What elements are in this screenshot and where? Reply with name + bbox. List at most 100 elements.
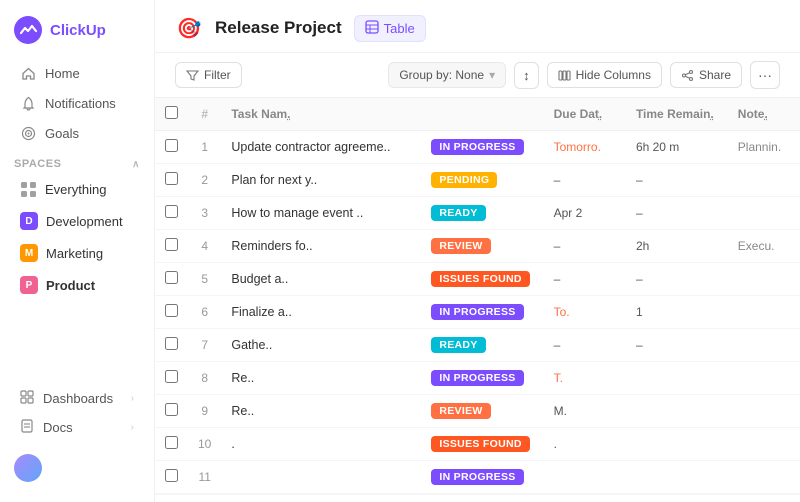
table-row[interactable]: 5 Budget a.. ISSUES FOUND – –: [155, 263, 800, 296]
row-num: 9: [188, 395, 221, 428]
status-badge[interactable]: IN PROGRESS: [431, 469, 523, 485]
table-row[interactable]: 8 Re.. IN PROGRESS T.: [155, 362, 800, 395]
row-taskname[interactable]: How to manage event ..: [221, 197, 421, 230]
sidebar-item-home[interactable]: Home: [6, 59, 148, 87]
app-logo[interactable]: ClickUp: [0, 12, 154, 58]
user-avatar[interactable]: [14, 454, 42, 482]
table-row[interactable]: 7 Gathe.. READY – –: [155, 329, 800, 362]
spaces-toggle-icon[interactable]: ∧: [132, 159, 140, 170]
sidebar-item-marketing[interactable]: M Marketing: [6, 238, 148, 268]
row-checkbox-cell[interactable]: [155, 362, 188, 395]
row-checkbox[interactable]: [165, 172, 178, 185]
status-badge[interactable]: IN PROGRESS: [431, 370, 523, 386]
row-status[interactable]: REVIEW: [421, 395, 543, 428]
row-checkbox-cell[interactable]: [155, 395, 188, 428]
row-taskname[interactable]: [221, 461, 421, 494]
table-row[interactable]: 6 Finalize a.. IN PROGRESS To. 1: [155, 296, 800, 329]
row-checkbox[interactable]: [165, 403, 178, 416]
sidebar-item-notifications[interactable]: Notifications: [6, 89, 148, 117]
col-notes[interactable]: Note.: [728, 98, 800, 131]
row-taskname[interactable]: Update contractor agreeme..: [221, 131, 421, 164]
sidebar-item-product[interactable]: P Product: [6, 270, 148, 300]
status-badge[interactable]: ISSUES FOUND: [431, 436, 529, 452]
table-row[interactable]: 4 Reminders fo.. REVIEW – 2h Execu.: [155, 230, 800, 263]
row-checkbox[interactable]: [165, 304, 178, 317]
table-row[interactable]: 11 IN PROGRESS: [155, 461, 800, 494]
row-taskname[interactable]: Budget a..: [221, 263, 421, 296]
sidebar-item-dashboards[interactable]: Dashboards ›: [6, 384, 148, 413]
row-checkbox-cell[interactable]: [155, 131, 188, 164]
col-taskname[interactable]: Task Nam.: [221, 98, 421, 131]
table-row[interactable]: 1 Update contractor agreeme.. IN PROGRES…: [155, 131, 800, 164]
row-status[interactable]: ISSUES FOUND: [421, 263, 543, 296]
share-button[interactable]: Share: [670, 62, 742, 88]
row-taskname[interactable]: Finalize a..: [221, 296, 421, 329]
add-task-footer[interactable]: + New Task: [155, 494, 800, 502]
row-taskname[interactable]: Re..: [221, 395, 421, 428]
row-checkbox-cell[interactable]: [155, 296, 188, 329]
row-status[interactable]: IN PROGRESS: [421, 461, 543, 494]
table-row[interactable]: 3 How to manage event .. READY Apr 2 –: [155, 197, 800, 230]
sidebar-item-docs[interactable]: Docs ›: [6, 413, 148, 442]
row-taskname[interactable]: Plan for next y..: [221, 164, 421, 197]
sidebar-item-everything[interactable]: Everything: [6, 175, 148, 204]
status-badge[interactable]: IN PROGRESS: [431, 304, 523, 320]
row-taskname[interactable]: .: [221, 428, 421, 461]
row-checkbox[interactable]: [165, 139, 178, 152]
col-due[interactable]: Due Dat.: [544, 98, 626, 131]
row-checkbox[interactable]: [165, 271, 178, 284]
row-checkbox[interactable]: [165, 337, 178, 350]
time-remaining-text: –: [636, 338, 643, 352]
row-checkbox[interactable]: [165, 436, 178, 449]
col-time[interactable]: Time Remain.: [626, 98, 728, 131]
row-status[interactable]: IN PROGRESS: [421, 362, 543, 395]
row-checkbox-cell[interactable]: [155, 461, 188, 494]
project-title: Release Project: [215, 18, 342, 38]
view-tab-table[interactable]: Table: [354, 15, 426, 42]
row-status[interactable]: IN PROGRESS: [421, 296, 543, 329]
row-taskname[interactable]: Re..: [221, 362, 421, 395]
table-row[interactable]: 10 . ISSUES FOUND .: [155, 428, 800, 461]
status-badge[interactable]: READY: [431, 205, 485, 221]
hide-columns-button[interactable]: Hide Columns: [547, 62, 662, 88]
row-status[interactable]: IN PROGRESS: [421, 131, 543, 164]
row-due: .: [544, 428, 626, 461]
row-checkbox-cell[interactable]: [155, 164, 188, 197]
row-status[interactable]: REVIEW: [421, 230, 543, 263]
status-badge[interactable]: ISSUES FOUND: [431, 271, 529, 287]
row-checkbox-cell[interactable]: [155, 329, 188, 362]
row-checkbox-cell[interactable]: [155, 230, 188, 263]
row-checkbox-cell[interactable]: [155, 263, 188, 296]
row-checkbox[interactable]: [165, 238, 178, 251]
sidebar-bottom-section: Dashboards › Docs ›: [0, 376, 154, 446]
more-options-button[interactable]: ···: [750, 61, 780, 89]
row-checkbox[interactable]: [165, 205, 178, 218]
row-time: 1: [626, 296, 728, 329]
row-taskname[interactable]: Reminders fo..: [221, 230, 421, 263]
filter-button[interactable]: Filter: [175, 62, 242, 88]
task-name-text: Update contractor agreeme..: [231, 140, 390, 154]
table-row[interactable]: 2 Plan for next y.. PENDING – –: [155, 164, 800, 197]
row-status[interactable]: READY: [421, 197, 543, 230]
sidebar-item-development[interactable]: D Development: [6, 206, 148, 236]
row-time: [626, 428, 728, 461]
status-badge[interactable]: READY: [431, 337, 485, 353]
group-by-button[interactable]: Group by: None ▾: [388, 62, 506, 88]
sort-button[interactable]: ↕: [514, 62, 539, 89]
row-status[interactable]: ISSUES FOUND: [421, 428, 543, 461]
toolbar-right: Group by: None ▾ ↕ Hide Columns: [388, 61, 780, 89]
table-row[interactable]: 9 Re.. REVIEW M.: [155, 395, 800, 428]
select-all-checkbox[interactable]: [165, 106, 178, 119]
row-checkbox-cell[interactable]: [155, 428, 188, 461]
status-badge[interactable]: IN PROGRESS: [431, 139, 523, 155]
sidebar-item-goals[interactable]: Goals: [6, 119, 148, 147]
status-badge[interactable]: REVIEW: [431, 238, 490, 254]
row-status[interactable]: PENDING: [421, 164, 543, 197]
status-badge[interactable]: REVIEW: [431, 403, 490, 419]
status-badge[interactable]: PENDING: [431, 172, 497, 188]
row-checkbox-cell[interactable]: [155, 197, 188, 230]
row-taskname[interactable]: Gathe..: [221, 329, 421, 362]
row-checkbox[interactable]: [165, 370, 178, 383]
row-checkbox[interactable]: [165, 469, 178, 482]
row-status[interactable]: READY: [421, 329, 543, 362]
